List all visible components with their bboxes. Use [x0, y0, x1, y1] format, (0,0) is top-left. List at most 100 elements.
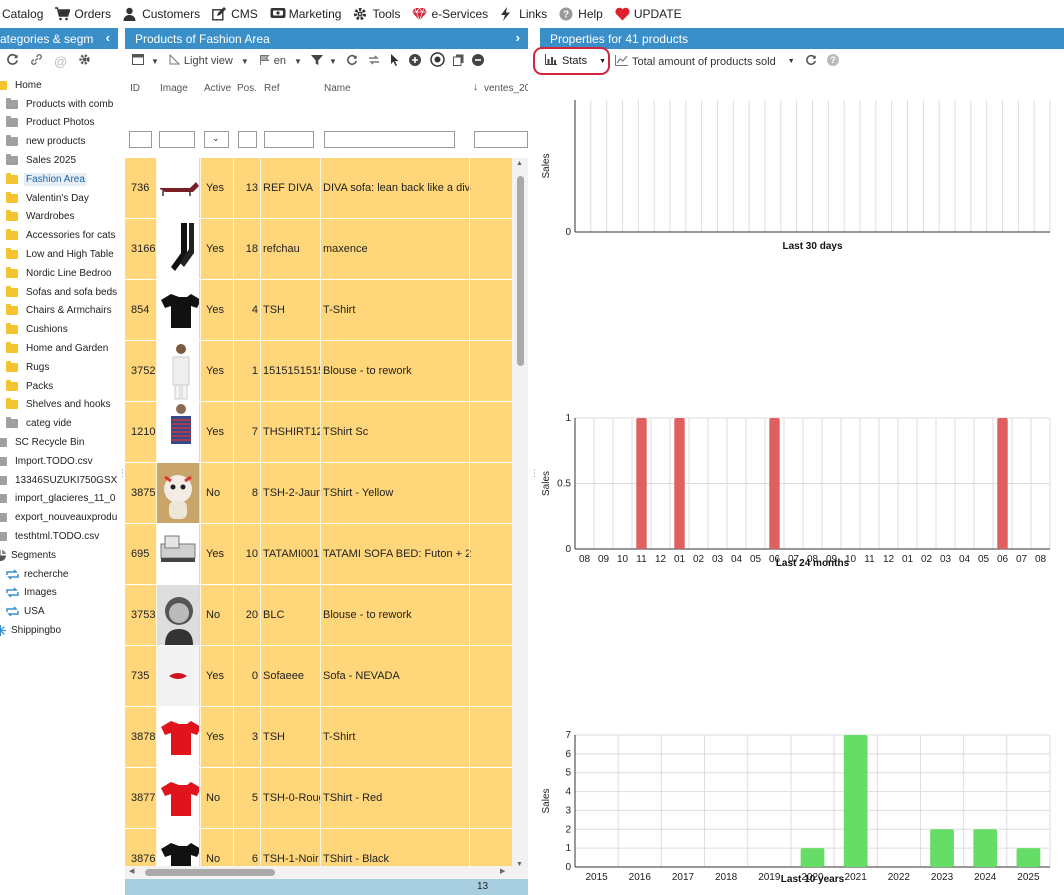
refresh-stats-icon[interactable] — [805, 54, 817, 69]
y-tick-label: 1 — [565, 843, 571, 854]
tree-item[interactable]: Images — [0, 584, 118, 603]
tree-item[interactable]: SC Recycle Bin — [0, 433, 118, 452]
menu-tools[interactable]: Tools — [347, 0, 406, 28]
tree-item[interactable]: Products with comb — [0, 95, 118, 114]
tree-item[interactable]: Segments — [0, 546, 118, 565]
column-header-pos[interactable]: Pos. — [237, 83, 257, 94]
grid-vertical-scrollbar[interactable]: ▲ ▼ — [512, 158, 528, 870]
product-row[interactable]: 3753 No 20 BLC Blouse - to rework — [125, 585, 512, 646]
menu-orders[interactable]: Orders — [49, 0, 117, 28]
menu-marketing[interactable]: Marketing — [264, 0, 348, 28]
tree-item[interactable]: testhtml.TODO.csv — [0, 527, 118, 546]
tree-item[interactable]: categ vide — [0, 414, 118, 433]
collapse-left-icon[interactable]: ‹ — [106, 30, 110, 45]
product-row[interactable]: 854 Yes 4 TSH T-Shirt — [125, 280, 512, 341]
filter-ventes-input[interactable] — [474, 131, 528, 148]
remove-icon[interactable] — [471, 53, 484, 69]
product-row[interactable]: 1210 Yes 7 THSHIRT12 TShirt Sc — [125, 402, 512, 463]
settings-icon[interactable] — [78, 53, 91, 69]
product-row[interactable]: 735 Yes 0 Sofaeee Sofa - NEVADA — [125, 646, 512, 707]
menu-help[interactable]: ? Help — [553, 0, 609, 28]
product-row[interactable]: 736 Yes 13 REF DIVA DIVA sofa: lean back lik… — [125, 158, 512, 219]
column-header-image[interactable]: Image — [160, 83, 188, 94]
product-row[interactable]: 3878 Yes 3 TSH T-Shirt — [125, 707, 512, 768]
tree-item[interactable]: new products — [0, 132, 118, 151]
filter-pos-input[interactable] — [238, 131, 257, 148]
tree-item[interactable]: Accessories for cats — [0, 226, 118, 245]
help-icon[interactable]: ? — [826, 54, 839, 69]
tree-item[interactable]: Import.TODO.csv — [0, 452, 118, 471]
add-icon[interactable] — [408, 53, 421, 69]
refresh-grid-icon[interactable] — [346, 54, 358, 69]
collapse-center-icon[interactable]: › — [516, 30, 520, 45]
filter-image-input[interactable] — [159, 131, 195, 148]
pointer-icon[interactable] — [390, 53, 400, 69]
at-icon[interactable]: @ — [54, 54, 67, 69]
product-row[interactable]: 695 Yes 10 TATAMI001 TATAMI SOFA BED: Futon … — [125, 524, 512, 585]
tree-item[interactable]: Valentin's Day — [0, 189, 118, 208]
column-header-ventes[interactable]: ventes_20 — [484, 83, 528, 94]
tree-item[interactable]: Home — [0, 76, 118, 95]
tree-item[interactable]: 13346SUZUKI750GSX — [0, 471, 118, 490]
filter-icon[interactable] — [310, 54, 323, 69]
tree-item[interactable]: Cushions — [0, 320, 118, 339]
tree-item[interactable]: Low and High Table — [0, 245, 118, 264]
column-header-active[interactable]: Active — [204, 83, 231, 94]
menu-links[interactable]: Links — [494, 0, 553, 28]
tree-item[interactable]: Home and Garden — [0, 339, 118, 358]
vertical-scroll-thumb[interactable] — [517, 176, 524, 366]
tree-item[interactable]: export_nouveauxprodu — [0, 508, 118, 527]
product-row[interactable]: 3166 Yes 18 refchau maxence — [125, 219, 512, 280]
tree-item[interactable]: Sofas and sofa beds — [0, 283, 118, 302]
view-dropdown-icon[interactable]: ▼ — [241, 57, 249, 66]
scroll-up-icon[interactable]: ▲ — [516, 160, 523, 167]
metric-dropdown-icon[interactable]: ▼ — [788, 58, 795, 65]
menu-update[interactable]: UPDATE — [609, 0, 688, 28]
light-view-select[interactable]: Light view — [184, 55, 233, 67]
filter-name-input[interactable] — [324, 131, 455, 148]
left-splitter[interactable]: ⋮ — [118, 468, 127, 479]
tree-item[interactable]: Nordic Line Bedroo — [0, 264, 118, 283]
refresh-icon[interactable] — [6, 53, 19, 69]
tree-item[interactable]: recherche — [0, 565, 118, 584]
tree-item[interactable]: Packs — [0, 377, 118, 396]
sync-icon[interactable] — [367, 54, 381, 69]
tree-item[interactable]: import_glacieres_11_0 — [0, 490, 118, 509]
filter-id-input[interactable] — [129, 131, 152, 148]
tree-item[interactable]: Sales 2025 — [0, 151, 118, 170]
horizontal-scroll-thumb[interactable] — [145, 869, 275, 876]
tree-item[interactable]: Chairs & Armchairs — [0, 302, 118, 321]
metric-select[interactable]: Total amount of products sold — [632, 56, 776, 68]
column-header-ref[interactable]: Ref — [264, 83, 280, 94]
link-icon[interactable] — [30, 53, 43, 69]
duplicate-icon[interactable] — [452, 54, 464, 69]
menu-e-services[interactable]: e-Services — [406, 0, 494, 28]
tree-item[interactable]: Rugs — [0, 358, 118, 377]
right-splitter[interactable]: ⋮ — [530, 468, 539, 479]
tree-item[interactable]: Shippingbo — [0, 621, 118, 640]
menu-cms[interactable]: CMS — [206, 0, 264, 28]
filter-dropdown-icon[interactable]: ▼ — [329, 57, 337, 66]
scroll-right-icon[interactable]: ▶ — [500, 867, 505, 875]
filter-ref-input[interactable] — [264, 131, 314, 148]
tree-item[interactable]: USA — [0, 602, 118, 621]
language-select[interactable]: en — [274, 55, 286, 67]
column-header-id[interactable]: ID — [130, 83, 140, 94]
tree-item[interactable]: Wardrobes — [0, 208, 118, 227]
language-dropdown-icon[interactable]: ▼ — [294, 57, 302, 66]
menu-customers[interactable]: Customers — [117, 0, 206, 28]
product-row[interactable]: 3752 Yes 1 1515151515 Blouse - to rework — [125, 341, 512, 402]
tree-item[interactable]: Fashion Area — [0, 170, 118, 189]
scroll-left-icon[interactable]: ◀ — [129, 867, 134, 875]
product-row[interactable]: 3877 No 5 TSH-0-RougeTShirt - Red — [125, 768, 512, 829]
image-tool-icon[interactable] — [430, 52, 445, 70]
grid-horizontal-scrollbar[interactable]: ◀ ▶ — [125, 866, 528, 879]
tree-item[interactable]: Shelves and hooks — [0, 396, 118, 415]
column-header-name[interactable]: Name — [324, 83, 351, 94]
product-row[interactable]: 3875 No 8 TSH-2-JauneTShirt - Yellow — [125, 463, 512, 524]
filter-active-select[interactable]: ⌄ — [204, 131, 229, 148]
grid-view-icon[interactable] — [132, 54, 144, 68]
menu-catalog[interactable]: Catalog — [0, 0, 49, 28]
grid-view-dropdown-icon[interactable]: ▼ — [151, 57, 159, 66]
tree-item[interactable]: Product Photos — [0, 114, 118, 133]
